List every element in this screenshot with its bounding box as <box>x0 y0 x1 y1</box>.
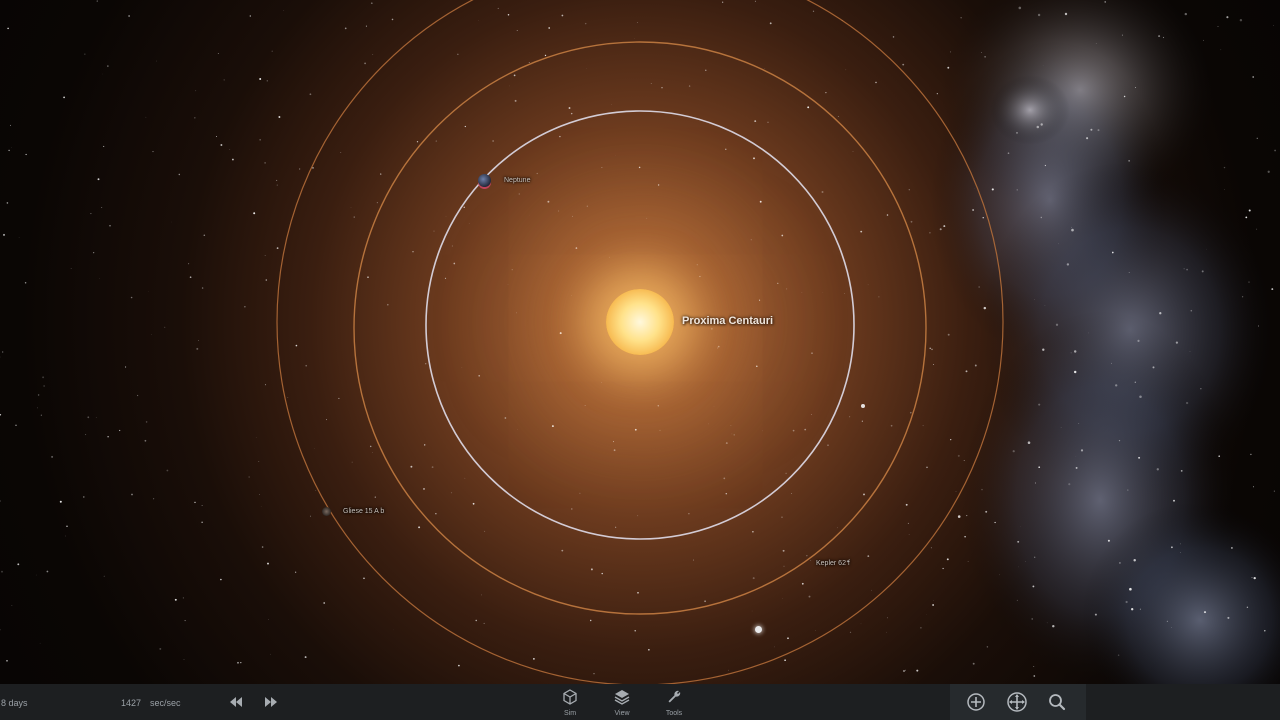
search-icon[interactable] <box>1046 691 1068 713</box>
bright-moon[interactable] <box>755 626 762 633</box>
move-icon[interactable] <box>1006 691 1028 713</box>
tab-tools[interactable]: Tools <box>654 688 694 718</box>
small-body[interactable] <box>861 404 865 408</box>
fast-forward-button[interactable] <box>261 692 281 712</box>
fast-forward-icon <box>265 697 277 707</box>
camera-controls-panel <box>950 684 1086 720</box>
tab-view[interactable]: View <box>602 688 642 718</box>
star-proxima-centauri[interactable] <box>606 289 674 355</box>
elapsed-time: 8 days <box>1 698 28 708</box>
star-label[interactable]: Proxima Centauri <box>682 315 773 327</box>
space-viewport[interactable]: Proxima Centauri Neptune Gliese 15 A b K… <box>0 0 1280 684</box>
wrench-icon <box>668 690 681 703</box>
time-rate-value: 1427 <box>121 698 142 708</box>
planet-gliese-15-a-b[interactable] <box>322 507 331 516</box>
add-icon[interactable] <box>965 691 987 713</box>
tab-tools-label: Tools <box>665 710 683 717</box>
cube-icon <box>563 689 577 705</box>
planet-neptune[interactable] <box>478 174 491 187</box>
rewind-icon <box>230 697 242 707</box>
tab-sim-label: Sim <box>563 710 577 717</box>
rewind-button[interactable] <box>226 692 246 712</box>
bottom-toolbar: 8 days 1427 sec/sec Sim View Tools <box>0 684 1280 720</box>
planet-label-gliese[interactable]: Gliese 15 A b <box>343 508 384 515</box>
planet-label-neptune[interactable]: Neptune <box>504 177 530 184</box>
layers-icon <box>614 690 630 705</box>
planet-label-kepler[interactable]: Kepler 62 f <box>816 560 850 567</box>
tab-view-label: View <box>614 710 630 717</box>
time-rate-unit: sec/sec <box>150 698 181 708</box>
tab-sim[interactable]: Sim <box>550 688 590 718</box>
